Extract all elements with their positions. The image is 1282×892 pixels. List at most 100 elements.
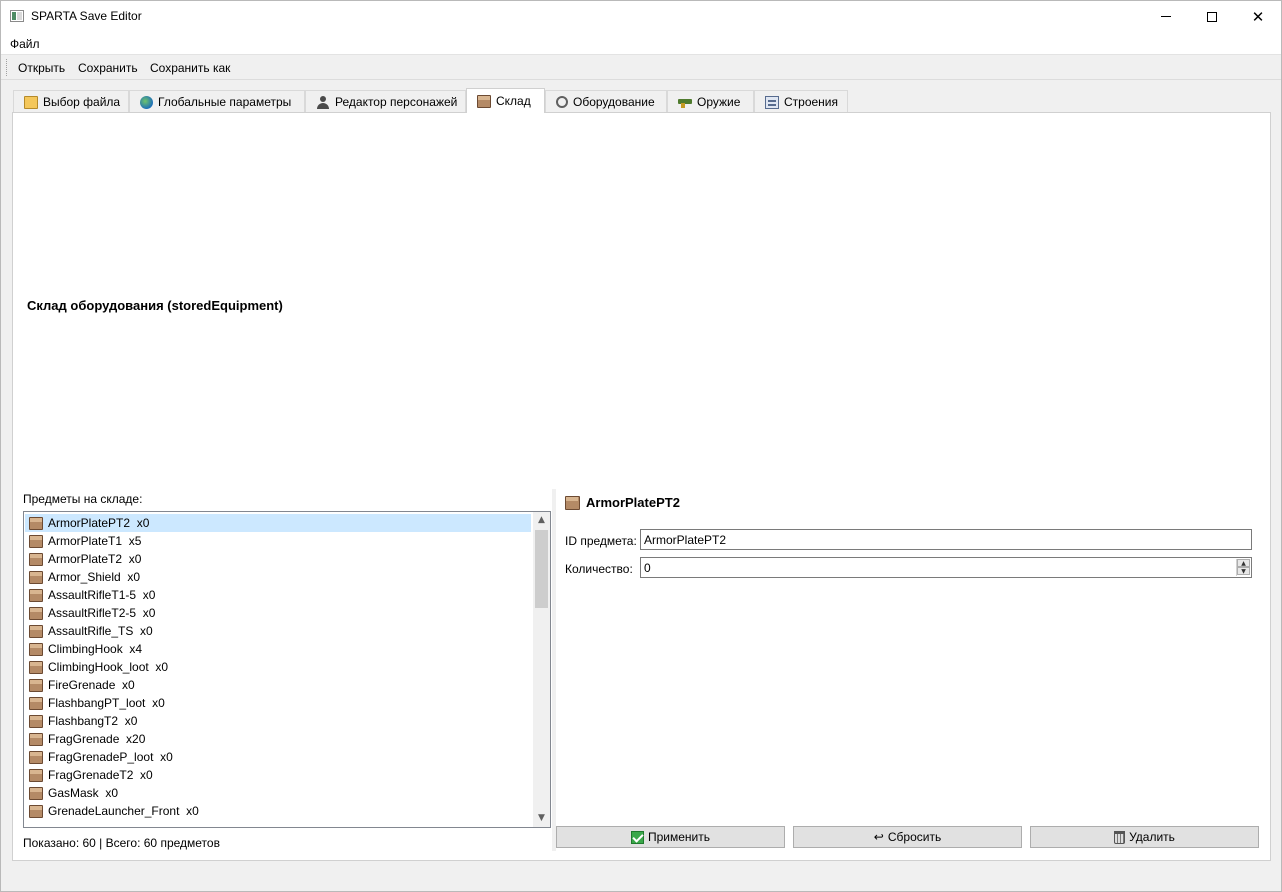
item-id-input[interactable]: ArmorPlatePT2	[640, 529, 1252, 550]
list-item-label: ClimbingHook_loot x0	[48, 660, 169, 674]
tab-label: Выбор файла	[43, 95, 121, 109]
save-button[interactable]: Сохранить	[78, 61, 138, 75]
list-item-label: ArmorPlateT2 x0	[48, 552, 142, 566]
list-item-label: ClimbingHook x4	[48, 642, 143, 656]
reset-button[interactable]: ↩ Сбросить	[793, 826, 1022, 848]
list-item[interactable]: GrenadeLauncher_Front x0	[25, 802, 531, 820]
list-item[interactable]: AssaultRifleT2-5 x0	[25, 604, 531, 622]
delete-button[interactable]: Удалить	[1030, 826, 1259, 848]
box-icon	[29, 804, 43, 818]
quantity-stepper[interactable]: ▲ ▼	[1236, 559, 1250, 576]
list-item-label: Armor_Shield x0	[48, 570, 141, 584]
list-item[interactable]: FragGrenade x20	[25, 730, 531, 748]
list-item[interactable]: FragGrenadeT2 x0	[25, 766, 531, 784]
toolbar: Открыть Сохранить Сохранить как	[1, 54, 1281, 80]
items-list[interactable]: ArmorPlatePT2 x0 ArmorPlateT1 x5 ArmorPl…	[23, 511, 551, 828]
box-icon	[29, 516, 43, 530]
tab-storage[interactable]: Склад	[466, 88, 545, 113]
storage-panel: Склад оборудования (storedEquipment) Пре…	[12, 112, 1271, 861]
maximize-button[interactable]	[1189, 1, 1235, 32]
panel-splitter[interactable]	[552, 489, 556, 851]
box-icon	[29, 660, 43, 674]
minimize-button[interactable]	[1143, 1, 1189, 32]
checkmark-icon	[630, 830, 644, 844]
quantity-spinbox[interactable]: 0 ▲ ▼	[640, 557, 1252, 578]
box-icon	[29, 696, 43, 710]
window-title: SPARTA Save Editor	[31, 9, 142, 23]
list-item[interactable]: GasMask x0	[25, 784, 531, 802]
save-as-button[interactable]: Сохранить как	[150, 61, 230, 75]
tab-label: Строения	[784, 95, 839, 109]
quantity-label: Количество:	[565, 562, 633, 576]
list-scrollbar[interactable]: ▲ ▼	[533, 512, 550, 827]
list-item[interactable]: FragGrenadeP_loot x0	[25, 748, 531, 766]
menu-file[interactable]: Файл	[10, 37, 40, 51]
tab-equipment[interactable]: Оборудование	[545, 90, 667, 113]
box-icon	[477, 94, 491, 108]
list-item-label: FragGrenade x20	[48, 732, 146, 746]
tab-character-editor[interactable]: Редактор персонажей	[305, 90, 466, 113]
tab-label: Глобальные параметры	[158, 95, 292, 109]
list-item[interactable]: FireGrenade x0	[25, 676, 531, 694]
chevron-down-icon[interactable]: ▼	[1237, 567, 1250, 575]
box-icon	[29, 750, 43, 764]
list-item[interactable]: ClimbingHook_loot x0	[25, 658, 531, 676]
list-item-label: FlashbangT2 x0	[48, 714, 138, 728]
list-item[interactable]: ArmorPlatePT2 x0	[25, 514, 531, 532]
delete-label: Удалить	[1129, 830, 1175, 844]
list-item-label: FireGrenade x0	[48, 678, 135, 692]
list-item-label: ArmorPlateT1 x5	[48, 534, 142, 548]
list-label: Предметы на складе:	[23, 492, 143, 506]
box-icon	[565, 495, 580, 510]
list-item-label: AssaultRifleT1-5 x0	[48, 588, 156, 602]
close-button[interactable]: ✕	[1235, 1, 1281, 32]
list-item-label: AssaultRifle_TS x0	[48, 624, 153, 638]
tab-file-select[interactable]: Выбор файла	[13, 90, 129, 113]
list-item-label: GasMask x0	[48, 786, 119, 800]
box-icon	[29, 678, 43, 692]
list-item[interactable]: Armor_Shield x0	[25, 568, 531, 586]
scroll-down-icon[interactable]: ▼	[533, 810, 550, 827]
globe-icon	[140, 95, 153, 109]
folder-icon	[24, 95, 38, 109]
open-button[interactable]: Открыть	[18, 61, 65, 75]
chevron-up-icon[interactable]: ▲	[1237, 559, 1250, 567]
box-icon	[29, 588, 43, 602]
box-icon	[29, 606, 43, 620]
tab-buildings[interactable]: Строения	[754, 90, 848, 113]
gun-icon	[678, 96, 692, 109]
gear-icon	[556, 96, 568, 108]
list-item-label: FlashbangPT_loot x0	[48, 696, 165, 710]
list-item-label: GrenadeLauncher_Front x0	[48, 804, 199, 818]
tab-global-params[interactable]: Глобальные параметры	[129, 90, 305, 113]
box-icon	[29, 642, 43, 656]
detail-title: ArmorPlatePT2	[565, 495, 680, 510]
scroll-up-icon[interactable]: ▲	[533, 512, 550, 529]
tab-label: Оборудование	[573, 95, 655, 109]
apply-button[interactable]: Применить	[556, 826, 785, 848]
section-title: Склад оборудования (storedEquipment)	[27, 298, 283, 313]
person-icon	[316, 95, 330, 109]
list-item-label: FragGrenadeP_loot x0	[48, 750, 173, 764]
reset-label: Сбросить	[887, 830, 942, 844]
building-icon	[765, 95, 779, 109]
list-item[interactable]: ArmorPlateT1 x5	[25, 532, 531, 550]
list-item[interactable]: FlashbangPT_loot x0	[25, 694, 531, 712]
menu-bar: Файл	[1, 32, 1281, 54]
toolbar-grip[interactable]	[6, 59, 8, 76]
tab-label: Склад	[496, 94, 531, 108]
list-item[interactable]: ClimbingHook x4	[25, 640, 531, 658]
list-item-label: FragGrenadeT2 x0	[48, 768, 153, 782]
items-count-status: Показано: 60 | Всего: 60 предметов	[23, 836, 220, 850]
box-icon	[29, 714, 43, 728]
app-window: SPARTA Save Editor ✕ Файл Открыть Сохран…	[0, 0, 1282, 892]
scroll-thumb[interactable]	[535, 530, 548, 608]
tab-weapons[interactable]: Оружие	[667, 90, 754, 113]
tab-label: Редактор персонажей	[335, 95, 458, 109]
list-item[interactable]: AssaultRifle_TS x0	[25, 622, 531, 640]
close-icon: ✕	[1251, 7, 1265, 26]
list-item[interactable]: AssaultRifleT1-5 x0	[25, 586, 531, 604]
list-item[interactable]: FlashbangT2 x0	[25, 712, 531, 730]
box-icon	[29, 552, 43, 566]
list-item[interactable]: ArmorPlateT2 x0	[25, 550, 531, 568]
